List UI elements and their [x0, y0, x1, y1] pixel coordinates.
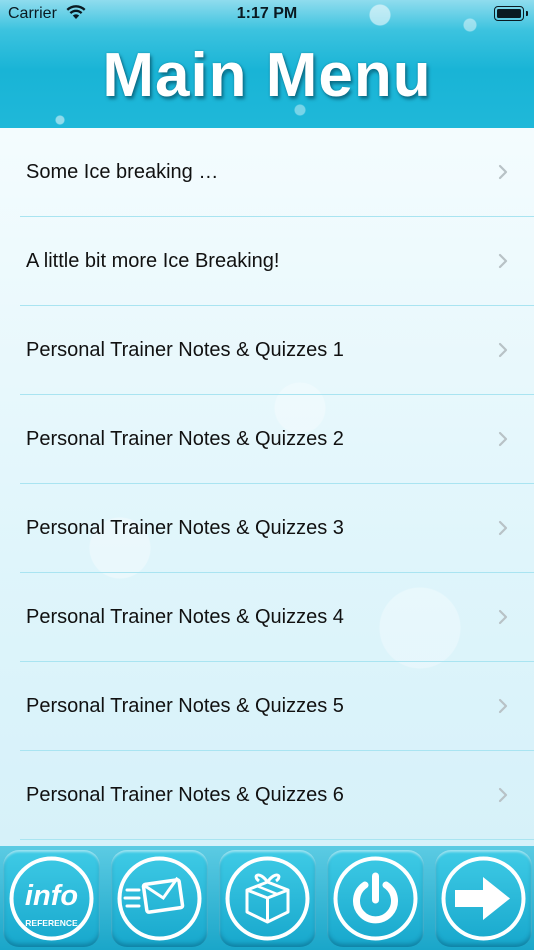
chevron-right-icon — [498, 164, 508, 180]
chevron-right-icon — [498, 431, 508, 447]
info-icon: info REFERENCE — [9, 856, 94, 941]
chevron-right-icon — [498, 787, 508, 803]
gift-button[interactable] — [219, 850, 316, 947]
menu-item-label: Personal Trainer Notes & Quizzes 1 — [26, 339, 344, 361]
menu-item-label: Personal Trainer Notes & Quizzes 6 — [26, 784, 344, 806]
bottom-toolbar: info REFERENCE — [0, 846, 534, 950]
power-icon — [333, 856, 418, 941]
next-arrow-button[interactable] — [435, 850, 532, 947]
email-button[interactable] — [111, 850, 208, 947]
menu-item[interactable]: Personal Trainer Notes & Quizzes 4 — [0, 573, 534, 662]
power-button[interactable] — [327, 850, 424, 947]
menu-item[interactable]: Personal Trainer Notes & Quizzes 2 — [0, 395, 534, 484]
menu-item[interactable]: Some Ice breaking … — [0, 128, 534, 217]
menu-item[interactable]: A little bit more Ice Breaking! — [0, 217, 534, 306]
arrow-right-icon — [441, 856, 526, 941]
info-icon-label: info — [25, 880, 78, 912]
chevron-right-icon — [498, 520, 508, 536]
menu-item[interactable]: Personal Trainer Notes & Quizzes 6 — [0, 751, 534, 840]
menu-item-label: Personal Trainer Notes & Quizzes 2 — [26, 428, 344, 450]
chevron-right-icon — [498, 609, 508, 625]
info-icon-sublabel: REFERENCE — [25, 918, 78, 928]
menu-item[interactable]: Personal Trainer Notes & Quizzes 1 — [0, 306, 534, 395]
menu-list: Some Ice breaking … A little bit more Ic… — [0, 128, 534, 846]
page-title: Main Menu — [102, 41, 432, 110]
mail-icon — [117, 856, 202, 941]
battery-icon — [494, 6, 528, 21]
gift-icon — [225, 856, 310, 941]
status-bar: Carrier 1:17 PM — [0, 0, 534, 28]
chevron-right-icon — [498, 253, 508, 269]
info-reference-button[interactable]: info REFERENCE — [3, 850, 100, 947]
menu-item-label: Personal Trainer Notes & Quizzes 5 — [26, 695, 344, 717]
menu-item[interactable]: Personal Trainer Notes & Quizzes 3 — [0, 484, 534, 573]
chevron-right-icon — [498, 342, 508, 358]
status-time: 1:17 PM — [236, 5, 298, 22]
header-banner: Carrier 1:17 PM Main Menu — [0, 0, 534, 128]
chevron-right-icon — [498, 698, 508, 714]
menu-item-label: A little bit more Ice Breaking! — [26, 250, 280, 272]
menu-item-label: Personal Trainer Notes & Quizzes 4 — [26, 606, 344, 628]
menu-item[interactable]: Personal Trainer Notes & Quizzes 5 — [0, 662, 534, 751]
menu-item-label: Some Ice breaking … — [26, 161, 219, 183]
menu-item-label: Personal Trainer Notes & Quizzes 3 — [26, 517, 344, 539]
